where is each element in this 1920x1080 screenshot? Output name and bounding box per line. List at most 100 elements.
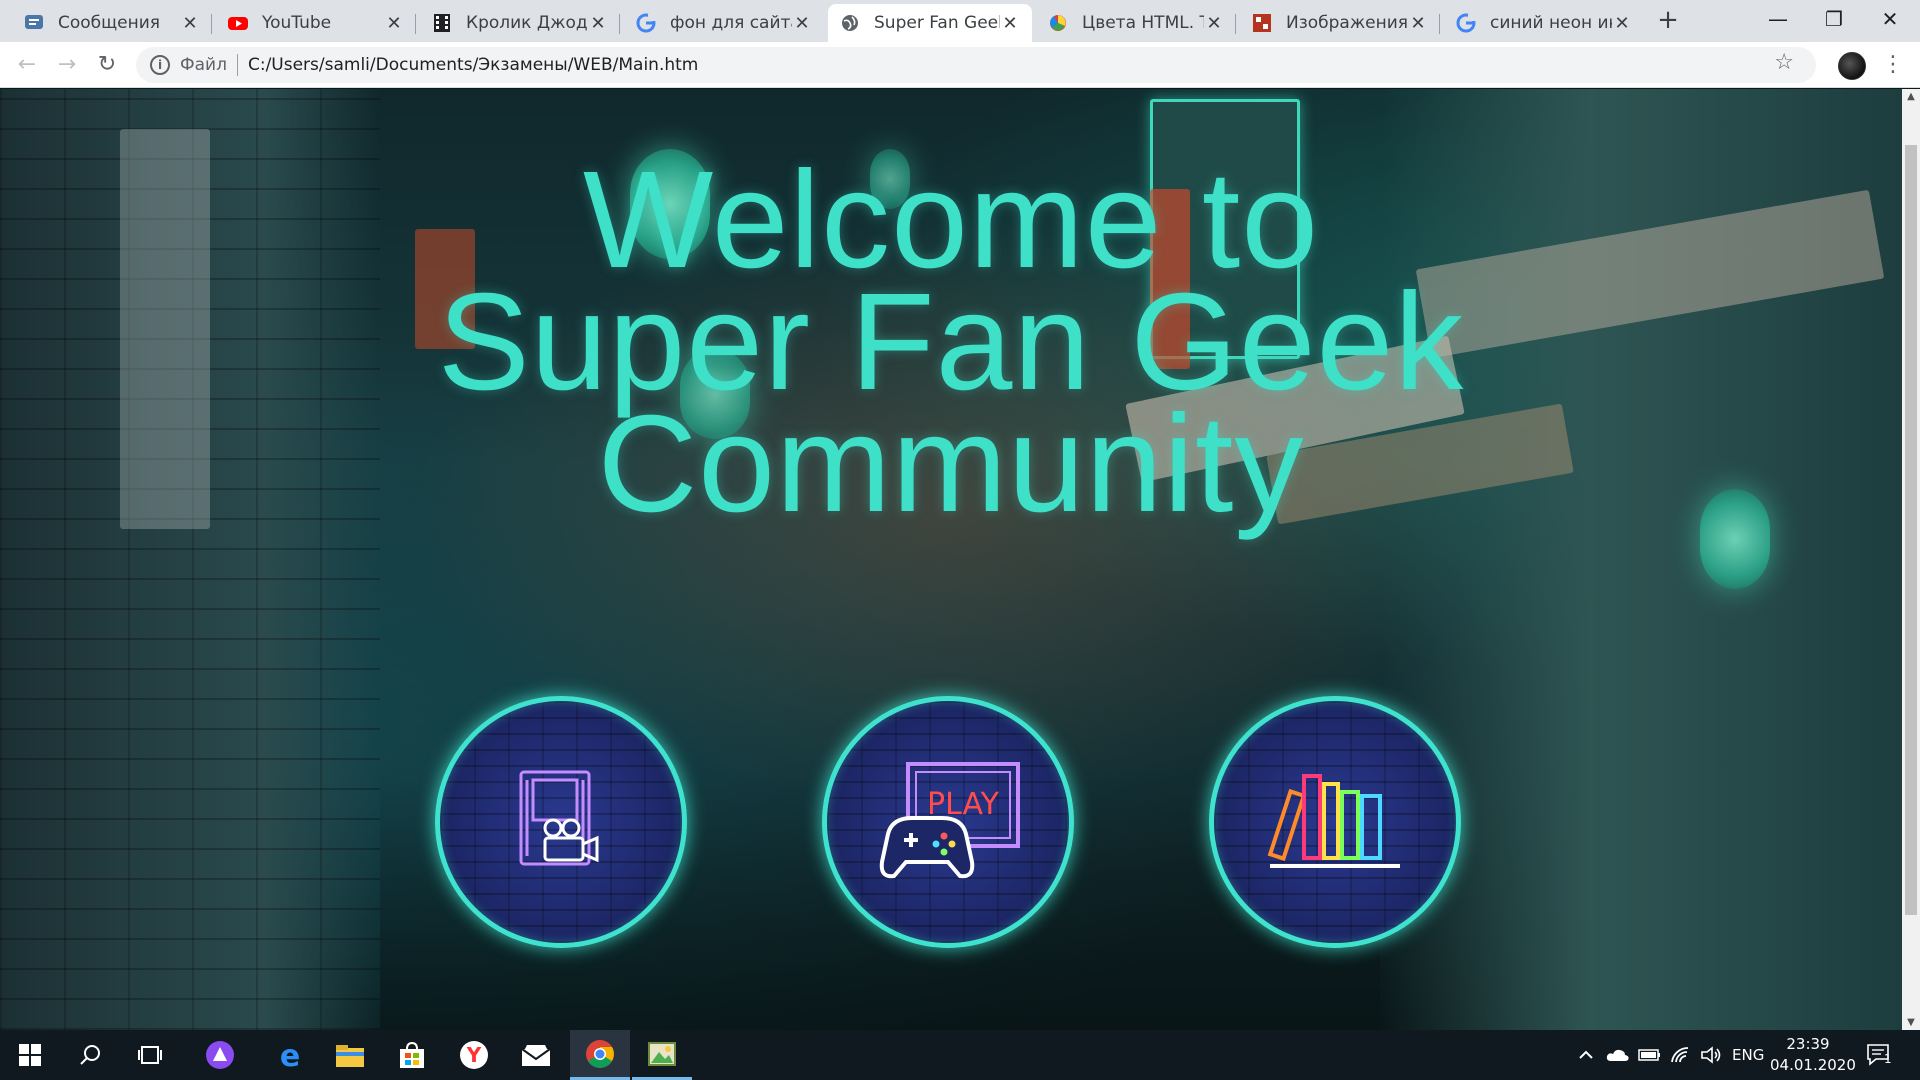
yandex-browser-icon: Y — [460, 1041, 488, 1069]
alice-assistant-button[interactable] — [190, 1030, 250, 1080]
color-wheel-icon — [1048, 13, 1068, 33]
vk-messages-icon — [24, 13, 44, 33]
browser-menu-icon[interactable]: ⋮ — [1882, 52, 1904, 77]
site-info-icon[interactable]: i — [150, 55, 170, 75]
games-link[interactable]: PLAY — [822, 696, 1074, 948]
browser-tab-strip: Сообщения ✕ YouTube ✕ Кролик Джоджо с ✕ … — [0, 0, 1920, 42]
youtube-icon — [228, 13, 248, 33]
tab-html-colors[interactable]: Цвета HTML. Табл ✕ — [1036, 4, 1236, 42]
back-button[interactable]: ← — [12, 50, 42, 80]
notification-count-badge: 1 — [1884, 1052, 1892, 1066]
close-icon[interactable]: ✕ — [1204, 13, 1224, 34]
address-scheme-label: Файл — [180, 55, 227, 75]
site-icon — [1252, 13, 1272, 33]
tab-title: Цвета HTML. Табл — [1082, 13, 1204, 33]
volume-tray[interactable] — [1700, 1030, 1722, 1080]
address-url[interactable]: C:/Users/samli/Documents/Экзамены/WEB/Ma… — [248, 55, 698, 75]
tab-title: Сообщения — [58, 13, 161, 33]
store-icon — [400, 1041, 424, 1068]
google-icon — [636, 13, 656, 33]
battery-icon — [1638, 1049, 1660, 1061]
books-link[interactable] — [1209, 696, 1461, 948]
neon-gamepad-play-icon: PLAY — [879, 762, 1020, 879]
welcome-headline: Welcome to Super Fan Geek Community — [0, 151, 1902, 541]
globe-icon — [840, 13, 860, 33]
folder-icon — [336, 1045, 364, 1067]
scrollbar-thumb[interactable] — [1905, 145, 1917, 915]
taskbar-mail[interactable] — [506, 1030, 566, 1080]
taskbar-explorer[interactable] — [320, 1030, 380, 1080]
show-hidden-icons[interactable] — [1578, 1030, 1594, 1080]
tab-separator — [1235, 14, 1236, 34]
address-divider — [236, 54, 238, 76]
profile-avatar[interactable] — [1838, 52, 1866, 80]
minimize-button[interactable]: — — [1750, 0, 1806, 42]
taskbar-store[interactable] — [382, 1030, 442, 1080]
chrome-icon — [586, 1039, 614, 1068]
close-icon[interactable]: ✕ — [792, 13, 812, 34]
action-center-button[interactable]: 1 — [1866, 1030, 1892, 1080]
tab-separator — [415, 14, 416, 34]
tab-google-search-bg[interactable]: фон для сайта игр ✕ — [624, 4, 824, 42]
clock-date: 04.01.2020 — [1770, 1056, 1856, 1074]
close-icon[interactable]: ✕ — [384, 13, 404, 34]
clock-time: 23:39 — [1786, 1035, 1830, 1053]
bookmark-star-icon[interactable]: ☆ — [1774, 50, 1794, 75]
tab-messages[interactable]: Сообщения ✕ — [12, 4, 212, 42]
taskbar-chrome[interactable] — [570, 1030, 630, 1080]
cloud-icon — [1606, 1049, 1629, 1061]
search-icon — [80, 1045, 100, 1065]
forward-button[interactable]: → — [52, 50, 82, 80]
google-icon — [1456, 13, 1476, 33]
start-button[interactable] — [0, 1030, 60, 1080]
taskbar-edge[interactable]: e — [260, 1030, 320, 1080]
close-window-button[interactable]: ✕ — [1862, 0, 1918, 42]
tab-images-in-text[interactable]: Изображения в те ✕ — [1240, 4, 1440, 42]
scroll-up-arrow[interactable]: ▲ — [1902, 91, 1920, 102]
new-tab-button[interactable]: + — [1654, 6, 1682, 34]
taskbar-clock[interactable]: 23:39 04.01.2020 — [1770, 1034, 1856, 1076]
alice-icon — [206, 1041, 234, 1069]
battery-tray[interactable] — [1638, 1030, 1662, 1080]
page-viewport: Welcome to Super Fan Geek Community PLAY — [0, 89, 1902, 1030]
speaker-icon — [1701, 1046, 1721, 1064]
close-icon[interactable]: ✕ — [588, 13, 608, 34]
search-button[interactable] — [60, 1030, 120, 1080]
tab-title: YouTube — [262, 13, 332, 33]
image-editor-icon — [648, 1041, 676, 1066]
headline-line-3: Community — [597, 387, 1305, 541]
address-bar[interactable]: i Файл C:/Users/samli/Documents/Экзамены… — [136, 47, 1816, 83]
task-view-button[interactable] — [120, 1030, 180, 1080]
svg-text:e: e — [280, 1040, 300, 1070]
tab-youtube[interactable]: YouTube ✕ — [216, 4, 416, 42]
svg-text:Y: Y — [466, 1043, 482, 1067]
taskbar-image-editor[interactable] — [632, 1030, 692, 1080]
movies-link[interactable] — [435, 696, 687, 948]
tab-jojo-rabbit[interactable]: Кролик Джоджо с ✕ — [420, 4, 620, 42]
scroll-down-arrow[interactable]: ▼ — [1902, 1017, 1920, 1028]
windows-taskbar: e Y ENG 23:39 04.01.2020 1 — [0, 1030, 1920, 1080]
language-indicator[interactable]: ENG — [1732, 1030, 1764, 1080]
wifi-icon — [1671, 1047, 1689, 1063]
taskbar-yandex-browser[interactable]: Y — [444, 1030, 504, 1080]
neon-bookshelf-icon — [1267, 774, 1400, 868]
onedrive-tray[interactable] — [1606, 1030, 1630, 1080]
browser-toolbar: ← → ↻ i Файл C:/Users/samli/Documents/Эк… — [0, 42, 1920, 88]
tab-separator — [619, 14, 620, 34]
tab-blue-neon-icons[interactable]: синий неон иконк ✕ — [1444, 4, 1644, 42]
reload-button[interactable]: ↻ — [92, 50, 122, 80]
close-icon[interactable]: ✕ — [1000, 13, 1020, 34]
tab-separator — [211, 14, 212, 34]
tab-super-fan-geek[interactable]: Super Fan Geek Co ✕ — [828, 4, 1032, 42]
tab-title: Кролик Джоджо с — [466, 13, 588, 33]
maximize-button[interactable]: ❐ — [1806, 0, 1862, 42]
close-icon[interactable]: ✕ — [180, 13, 200, 34]
page-scrollbar[interactable]: ▲ ▼ — [1902, 89, 1920, 1030]
close-icon[interactable]: ✕ — [1612, 13, 1632, 34]
network-tray[interactable] — [1670, 1030, 1692, 1080]
tab-title: Изображения в те — [1286, 13, 1408, 33]
close-icon[interactable]: ✕ — [1408, 13, 1428, 34]
chevron-up-icon — [1579, 1050, 1593, 1059]
headline-line-2: Super Fan Geek — [437, 265, 1465, 419]
edge-icon: e — [280, 1040, 300, 1070]
